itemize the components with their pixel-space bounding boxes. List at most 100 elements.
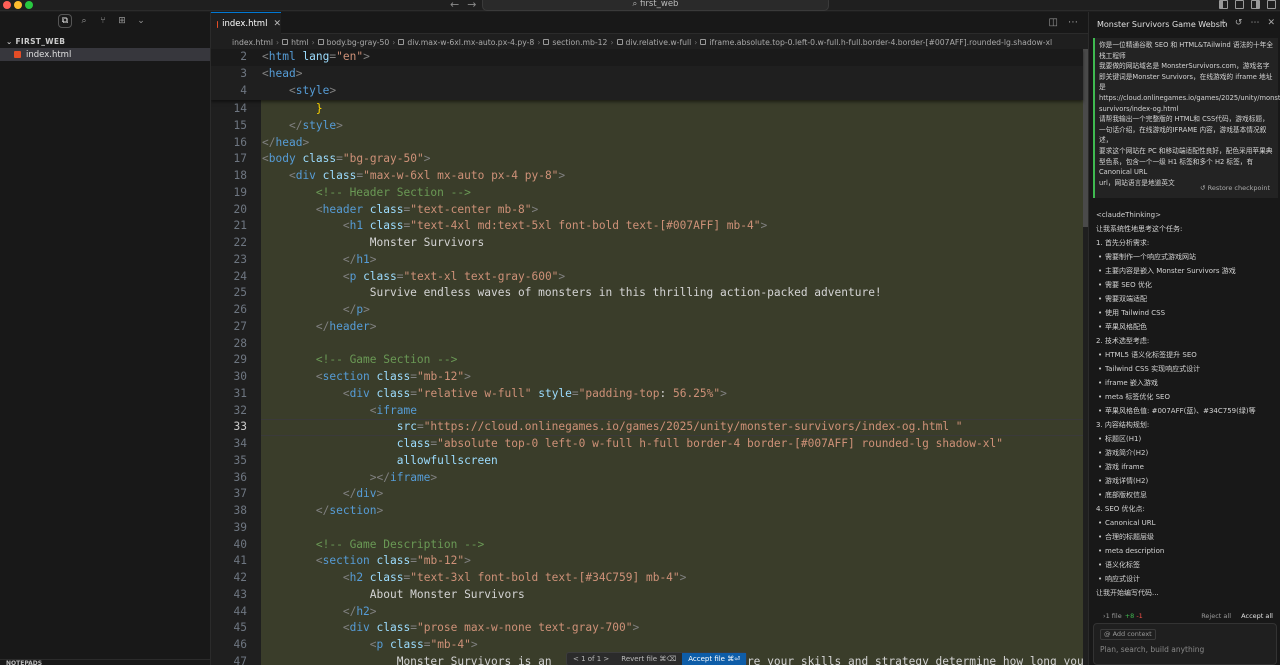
- code-token: :: [659, 386, 673, 400]
- code-token: Survive endless waves of monsters in thi…: [262, 286, 882, 300]
- user-message[interactable]: 你是一位精通谷歌 SEO 和 HTML&TAilwind 语法的十年全栈工程师我…: [1093, 38, 1280, 198]
- breadcrumb-item[interactable]: body.bg-gray-50: [317, 38, 389, 47]
- more-icon[interactable]: ⋯: [1250, 18, 1259, 28]
- toggle-sidebar-icon[interactable]: [1219, 0, 1228, 9]
- code-line[interactable]: 19 <!-- Header Section -->: [211, 185, 1083, 202]
- changed-files-bar[interactable]: › 1 file +8 -1 Reject all Accept all: [1093, 610, 1277, 622]
- new-chat-icon[interactable]: +: [1219, 18, 1227, 28]
- customize-layout-icon[interactable]: [1267, 0, 1276, 9]
- code-line[interactable]: 17 <body class="bg-gray-50">: [211, 151, 1083, 168]
- code-line[interactable]: 24 <p class="text-xl text-gray-600">: [211, 269, 1083, 286]
- code-line[interactable]: 38 </section>: [211, 503, 1083, 520]
- code-line[interactable]: 41 <section class="mb-12">: [211, 553, 1083, 570]
- breadcrumb-item[interactable]: index.html: [232, 38, 273, 47]
- code-token: head: [268, 67, 296, 80]
- code-line[interactable]: 42 <h2 class="text-3xl font-bold text-[#…: [211, 570, 1083, 587]
- add-context-button[interactable]: @ Add context: [1100, 629, 1156, 640]
- code-line[interactable]: 16 </head>: [211, 135, 1083, 152]
- close-window-button[interactable]: [3, 1, 11, 9]
- code-line[interactable]: 32 <iframe: [211, 403, 1083, 420]
- code-line[interactable]: 33 src="https://cloud.onlinegames.io/gam…: [211, 419, 1083, 436]
- explorer-icon[interactable]: ⧉: [58, 14, 72, 28]
- code-line[interactable]: 36 ></iframe>: [211, 470, 1083, 487]
- split-editor-icon[interactable]: ◫: [1049, 17, 1058, 28]
- toggle-panel-icon[interactable]: [1235, 0, 1244, 9]
- code-line[interactable]: 37 </div>: [211, 486, 1083, 503]
- accept-all-button[interactable]: Accept all: [1241, 612, 1273, 620]
- code-line[interactable]: 21 <h1 class="text-4xl md:text-5xl font-…: [211, 218, 1083, 235]
- code-line[interactable]: 22 Monster Survivors: [211, 235, 1083, 252]
- code-line[interactable]: 28: [211, 336, 1083, 353]
- minimize-window-button[interactable]: [14, 1, 22, 9]
- chevron-down-icon[interactable]: ⌄: [136, 16, 146, 26]
- line-number: 29: [233, 353, 247, 367]
- command-center-search[interactable]: ⌕ first_web: [482, 0, 829, 11]
- breadcrumb-item[interactable]: div.relative.w-full: [616, 38, 691, 47]
- maximize-window-button[interactable]: [25, 1, 33, 9]
- notepads-section[interactable]: NOTEPADS: [0, 659, 210, 665]
- accept-file-button[interactable]: Accept file ⌘⏎: [682, 653, 747, 665]
- code-line[interactable]: 39: [211, 520, 1083, 537]
- code-line[interactable]: 20 <header class="text-center mb-8">: [211, 202, 1083, 219]
- code-line[interactable]: 30 <section class="mb-12">: [211, 369, 1083, 386]
- toggle-secondary-sidebar-icon[interactable]: [1251, 0, 1260, 9]
- assistant-bullet-item: meta 标签优化 SEO: [1096, 390, 1276, 404]
- code-token: >: [531, 202, 539, 216]
- restore-checkpoint-button[interactable]: ↺ Restore checkpoint: [1200, 183, 1270, 194]
- code-line[interactable]: 2 <html lang="en">: [211, 49, 1083, 66]
- code-line[interactable]: 27 </header>: [211, 319, 1083, 336]
- nav-arrows[interactable]: ←→: [450, 0, 484, 11]
- line-number: 18: [233, 169, 247, 182]
- code-line[interactable]: 31 <div class="relative w-full" style="p…: [211, 386, 1083, 403]
- chat-input[interactable]: Plan, search, build anything: [1100, 645, 1204, 654]
- line-text: </h1>: [262, 252, 377, 269]
- diff-counter[interactable]: < 1 of 1 >: [567, 655, 615, 663]
- code-token: class: [363, 202, 404, 216]
- breadcrumb-item[interactable]: html: [282, 38, 309, 47]
- file-item-index-html[interactable]: index.html: [0, 48, 210, 61]
- history-icon[interactable]: ↺: [1235, 18, 1243, 28]
- code-token: "padding-top: [578, 386, 660, 400]
- code-line[interactable]: 40 <!-- Game Description -->: [211, 537, 1083, 554]
- reject-all-button[interactable]: Reject all: [1201, 612, 1231, 620]
- code-line[interactable]: 34 class="absolute top-0 left-0 w-full h…: [211, 436, 1083, 453]
- code-editor[interactable]: 12 body {14 }15 </style>16</head>17<body…: [211, 49, 1088, 665]
- code-line[interactable]: 44 </h2>: [211, 604, 1083, 621]
- source-control-icon[interactable]: ⑂: [98, 16, 108, 26]
- add-context-label: Add context: [1112, 630, 1152, 638]
- close-tab-icon[interactable]: ✕: [273, 19, 281, 29]
- code-line[interactable]: 4 <style>: [211, 83, 1083, 100]
- assistant-text-line: 1. 首先分析需求:: [1096, 239, 1150, 247]
- code-line[interactable]: 18 <div class="max-w-6xl mx-auto px-4 py…: [211, 168, 1083, 185]
- sticky-scroll[interactable]: 2 <html lang="en"> 3 <head> 4 <style>: [211, 49, 1083, 100]
- code-token: <: [342, 621, 350, 635]
- folder-title[interactable]: ⌄ FIRST_WEB: [6, 37, 65, 46]
- code-line[interactable]: 23 </h1>: [211, 252, 1083, 269]
- line-text: </p>: [262, 302, 370, 319]
- breadcrumb-item[interactable]: iframe.absolute.top-0.left-0.w-full.h-fu…: [700, 38, 1052, 47]
- code-token: <: [369, 638, 377, 651]
- chat-input-box[interactable]: @ Add context Plan, search, build anythi…: [1093, 623, 1277, 665]
- extensions-icon[interactable]: ⊞: [117, 16, 127, 26]
- assistant-bullet-item: 游戏简介(H2): [1096, 446, 1276, 460]
- breadcrumb-item[interactable]: div.max-w-6xl.mx-auto.px-4.py-8: [398, 38, 534, 47]
- revert-file-button[interactable]: Revert file ⌘⌫: [615, 655, 682, 663]
- code-line[interactable]: 15 </style>: [211, 118, 1083, 135]
- code-line[interactable]: 35 allowfullscreen: [211, 453, 1083, 470]
- code-token: >: [369, 319, 377, 333]
- code-line[interactable]: 25 Survive endless waves of monsters in …: [211, 285, 1083, 302]
- tab-index-html[interactable]: index.html ✕: [211, 12, 281, 35]
- code-line[interactable]: 14 }: [211, 101, 1083, 118]
- code-line[interactable]: 45 <div class="prose max-w-none text-gra…: [211, 620, 1083, 637]
- breadcrumb-item[interactable]: section.mb-12: [543, 38, 607, 47]
- code-line[interactable]: 29 <!-- Game Section -->: [211, 352, 1083, 369]
- code-token: </: [342, 252, 357, 266]
- search-icon[interactable]: ⌕: [79, 16, 89, 26]
- code-line[interactable]: 43 About Monster Survivors: [211, 587, 1083, 604]
- code-line[interactable]: 26 </p>: [211, 302, 1083, 319]
- more-actions-icon[interactable]: ⋯: [1068, 17, 1078, 28]
- code-line[interactable]: 3 <head>: [211, 66, 1083, 83]
- element-icon: [543, 39, 550, 45]
- close-icon[interactable]: ✕: [1267, 18, 1275, 28]
